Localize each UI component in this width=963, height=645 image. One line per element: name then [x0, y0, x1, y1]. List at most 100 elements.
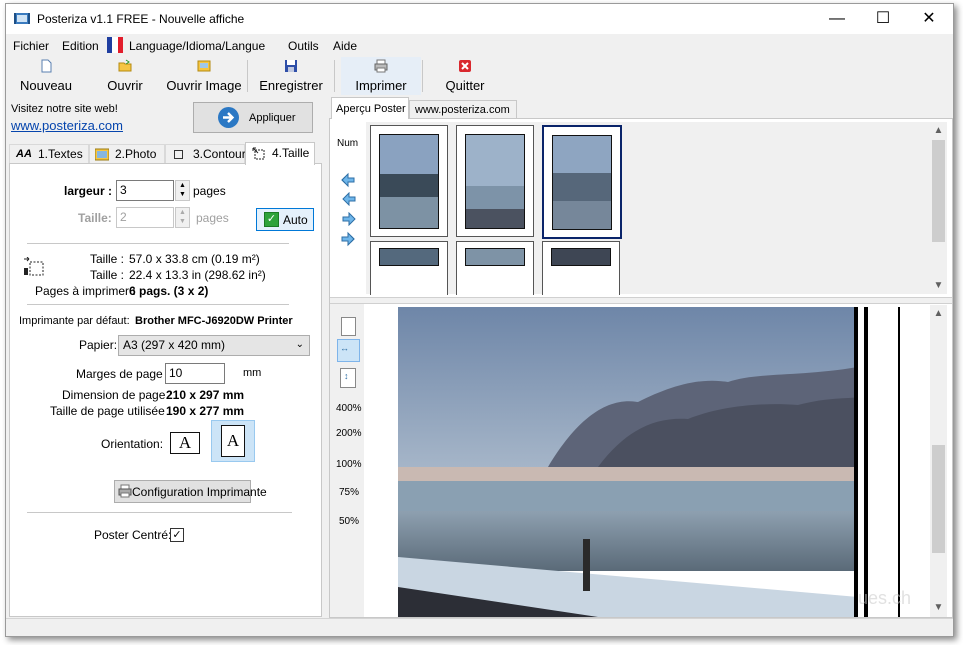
ouvrir-image-button[interactable]: Ouvrir Image	[166, 57, 242, 95]
app-icon	[14, 13, 30, 24]
taille-panel: largeur : 3 ▲ ▼ pages Taille: 2 ▲ ▼ pages …	[9, 163, 322, 617]
toolbar-separator	[247, 60, 248, 92]
visit-text: Visitez notre site web!	[11, 103, 118, 115]
french-flag-icon	[107, 37, 123, 53]
settings-tabs: AA 1.Textes 2.Photo 3.Contour 4.Taille	[9, 142, 316, 165]
largeur-stepper[interactable]: ▲ ▼	[175, 180, 190, 201]
page-border-line	[854, 307, 858, 617]
page-thumbnail[interactable]	[370, 241, 448, 295]
first-page-icon[interactable]	[340, 172, 356, 188]
centre-checkbox[interactable]: ✓	[170, 528, 184, 542]
papier-select[interactable]: A3 (297 x 420 mm) ⌄	[118, 335, 310, 356]
quitter-button[interactable]: Quitter	[434, 57, 496, 95]
menu-language[interactable]: Language/Idioma/Langue	[129, 39, 265, 53]
marges-input[interactable]: 10	[165, 363, 225, 384]
new-document-icon	[41, 59, 52, 73]
preview-scrollbar[interactable]: ▲ ▼	[930, 305, 947, 617]
divider	[27, 304, 289, 305]
page-thumbnail[interactable]	[370, 125, 448, 237]
toolbar-separator	[422, 60, 423, 92]
taille-stepper[interactable]: ▲ ▼	[175, 207, 190, 228]
utilisee-value: 190 x 277 mm	[166, 404, 245, 418]
taille-label: Taille:	[78, 211, 112, 225]
menu-edition[interactable]: Edition	[62, 39, 99, 53]
fit-width-button[interactable]: ↔	[337, 339, 360, 362]
minimize-button[interactable]: —	[814, 4, 860, 34]
scroll-up-icon[interactable]: ▲	[930, 305, 947, 322]
config-imprimante-button[interactable]: Configuration Imprimante	[114, 480, 267, 503]
utilisee-label: Taille de page utilisée :	[50, 404, 172, 418]
thumbnail-image	[465, 134, 525, 229]
menu-outils[interactable]: Outils	[288, 39, 319, 53]
page-thumbnail[interactable]	[456, 125, 534, 237]
menu-fichier[interactable]: Fichier	[13, 39, 49, 53]
tab-apercu-poster[interactable]: Aperçu Poster	[331, 97, 409, 119]
next-page-icon[interactable]	[342, 212, 356, 226]
thumbnail-scrollbar[interactable]: ▲ ▼	[930, 122, 947, 294]
menu-aide[interactable]: Aide	[333, 39, 357, 53]
appliquer-button[interactable]: Appliquer	[193, 102, 313, 133]
scroll-up-icon[interactable]: ▲	[930, 122, 947, 139]
checkmark-icon: ✓	[264, 212, 279, 227]
fit-height-button[interactable]: ↕	[340, 368, 356, 388]
orientation-landscape[interactable]: A	[168, 426, 202, 454]
tab-contour[interactable]: 3.Contour	[165, 144, 246, 164]
fit-height-icon: ↕	[344, 371, 349, 381]
watermark: ues.ch	[858, 588, 912, 608]
resize-icon	[252, 147, 265, 160]
maximize-icon: ☐	[875, 10, 891, 27]
taille-in-value: 22.4 x 13.3 in (298.62 in²)	[129, 268, 266, 282]
scrollbar-thumb[interactable]	[932, 445, 945, 553]
printer-icon	[118, 484, 132, 498]
zoom-50[interactable]: 50%	[339, 516, 359, 527]
zoom-200[interactable]: 200%	[336, 428, 362, 439]
zoom-100[interactable]: 100%	[336, 459, 362, 470]
taille-pages-label: pages	[196, 211, 229, 225]
dimension-value: 210 x 297 mm	[166, 388, 245, 402]
toolbar: Nouveau Ouvrir Ouvrir Image Enregistrer …	[6, 56, 953, 96]
auto-button[interactable]: ✓ Auto	[256, 208, 314, 231]
fit-width-icon: ↔	[340, 343, 349, 353]
prev-page-icon[interactable]	[342, 192, 356, 206]
nouveau-button[interactable]: Nouveau	[12, 57, 80, 95]
right-pane: Aperçu Poster www.posteriza.com Num ▲ ▼ …	[329, 97, 953, 618]
enregistrer-button[interactable]: Enregistrer	[256, 57, 326, 95]
app-window: Posteriza v1.1 FREE - Nouvelle affiche —…	[5, 3, 954, 637]
spin-up-icon: ▲	[179, 209, 186, 216]
orientation-label: Orientation:	[101, 437, 164, 451]
page-thumbnail[interactable]	[542, 241, 620, 295]
page-thumbnail-selected[interactable]	[542, 125, 622, 239]
spin-down-icon: ▼	[179, 218, 186, 225]
spin-down-icon: ▼	[179, 191, 186, 198]
last-page-icon[interactable]	[340, 231, 356, 247]
left-pane: Visitez notre site web! www.posteriza.co…	[6, 97, 326, 618]
scroll-down-icon[interactable]: ▼	[930, 277, 947, 294]
ouvrir-button[interactable]: Ouvrir	[100, 57, 150, 95]
close-button[interactable]: ✕	[906, 4, 952, 34]
orientation-portrait[interactable]: A	[211, 420, 255, 462]
marges-label: Marges de page :	[76, 367, 170, 381]
fit-page-icon[interactable]	[341, 317, 356, 336]
size-icon	[24, 257, 44, 276]
zoom-sidebar: ↔ ↕ 400% 200% 100% 75% 50%	[330, 304, 364, 617]
tab-taille[interactable]: 4.Taille	[245, 142, 315, 165]
site-link[interactable]: www.posteriza.com	[11, 118, 123, 133]
landscape-page-icon: A	[170, 432, 200, 454]
tab-site[interactable]: www.posteriza.com	[409, 100, 517, 119]
imprimer-button[interactable]: Imprimer	[341, 57, 421, 95]
thumbnail-image	[379, 248, 439, 266]
minimize-icon: —	[829, 10, 845, 27]
scroll-down-icon[interactable]: ▼	[930, 599, 947, 616]
divider	[27, 512, 292, 513]
zoom-75[interactable]: 75%	[339, 487, 359, 498]
zoom-400[interactable]: 400%	[336, 403, 362, 414]
page-thumbnail[interactable]	[456, 241, 534, 295]
tab-photo[interactable]: 2.Photo	[89, 144, 165, 164]
largeur-input[interactable]: 3	[116, 180, 174, 201]
splitter[interactable]	[330, 297, 952, 304]
marges-unit: mm	[243, 367, 262, 379]
tab-textes[interactable]: AA 1.Textes	[9, 144, 89, 164]
scrollbar-thumb[interactable]	[932, 140, 945, 242]
taille-input[interactable]: 2	[116, 207, 174, 228]
maximize-button[interactable]: ☐	[860, 4, 906, 34]
